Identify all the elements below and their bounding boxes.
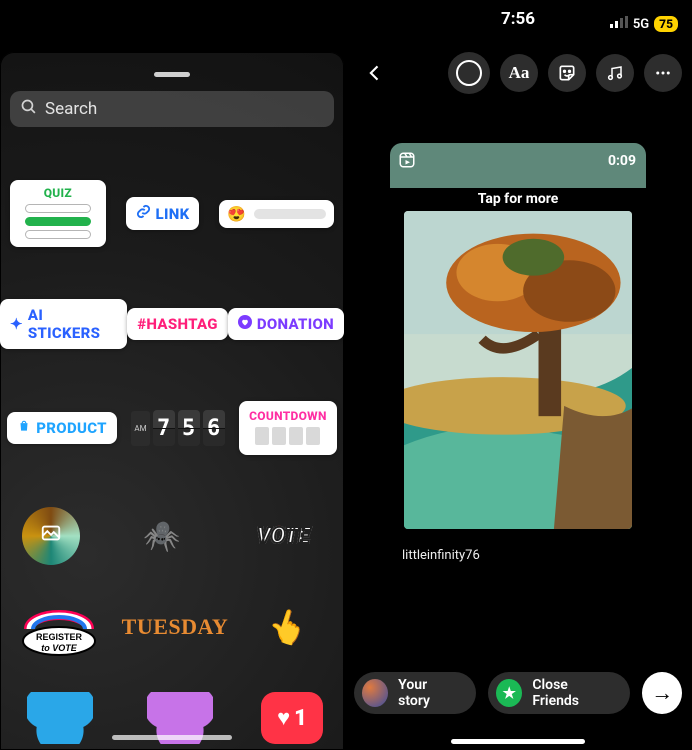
timecode: 0:09 <box>608 153 636 169</box>
story-canvas[interactable]: 0:09 Tap for more litt <box>390 143 646 573</box>
sticker-button[interactable] <box>548 54 586 92</box>
sticker-blob-blue[interactable] <box>21 689 99 747</box>
status-time: 7:56 <box>501 9 535 29</box>
sticker-photo[interactable] <box>22 507 80 565</box>
sticker-time[interactable]: AM 7 5 6 <box>131 410 224 446</box>
sticker-heart-count[interactable]: ♥ 1 <box>261 692 323 744</box>
clock-digit: 6 <box>203 410 225 446</box>
close-friends-label: Close Friends <box>532 677 612 709</box>
battery-level: 75 <box>654 16 678 32</box>
send-button[interactable]: → <box>642 672 682 714</box>
sticker-grid: QUIZ LINK 😍 ✦ <box>0 160 344 750</box>
sticker-quiz[interactable]: QUIZ <box>10 180 106 247</box>
clock-period: AM <box>131 411 149 446</box>
blob-icon <box>27 692 93 744</box>
slider-track <box>254 209 326 219</box>
clock-digit: 5 <box>178 410 200 446</box>
search-input[interactable]: Search <box>10 91 334 127</box>
sticker-product[interactable]: PRODUCT <box>7 412 117 444</box>
sticker-vote-label: VOTE <box>257 524 310 549</box>
sticker-hashtag-label: #HASHTAG <box>137 315 218 333</box>
sticker-hashtag[interactable]: #HASHTAG <box>127 308 228 340</box>
sticker-vote[interactable]: VOTE <box>244 507 322 565</box>
sticker-product-label: PRODUCT <box>36 419 107 437</box>
sticker-day[interactable]: TUESDAY <box>136 598 214 656</box>
quiz-option-bar <box>25 230 91 239</box>
text-icon: Aa <box>509 63 530 83</box>
sticker-register-vote[interactable]: REGISTER to VOTE <box>17 595 101 659</box>
sticker-icon <box>557 63 577 83</box>
sticker-countdown[interactable]: COUNTDOWN <box>239 401 337 455</box>
heart-count: 1 <box>294 706 307 731</box>
network-label: 5G <box>633 17 649 32</box>
editor-toolbar: Aa <box>344 48 692 102</box>
text-button[interactable]: Aa <box>500 54 538 92</box>
sticker-donation[interactable]: DONATION <box>228 308 344 340</box>
quiz-option-bar <box>25 204 91 213</box>
home-indicator[interactable] <box>451 739 585 744</box>
tap-for-more: Tap for more <box>390 191 646 207</box>
attribution-username: littleinfinity76 <box>402 548 480 563</box>
ellipsis-icon <box>654 64 672 82</box>
reel-icon <box>398 151 416 174</box>
bag-icon <box>17 419 31 437</box>
sticker-link[interactable]: LINK <box>126 197 200 230</box>
svg-text:to VOTE: to VOTE <box>42 643 78 653</box>
avatar <box>362 679 388 707</box>
close-friends-button[interactable]: ★ Close Friends <box>488 672 630 714</box>
search-icon <box>20 98 37 120</box>
sticker-ai-label: AI STICKERS <box>28 306 117 342</box>
scribble-button[interactable] <box>448 52 490 94</box>
drag-handle[interactable] <box>154 72 190 77</box>
music-button[interactable] <box>596 54 634 92</box>
sticker-emoji-slider[interactable]: 😍 <box>219 200 334 228</box>
heart-circle-icon <box>238 315 252 333</box>
more-button[interactable] <box>644 54 682 92</box>
circle-icon <box>456 60 482 86</box>
share-row: Your story ★ Close Friends → <box>354 672 682 714</box>
heart-eyes-emoji-icon: 😍 <box>227 205 246 223</box>
sticker-sound-on[interactable]: 👆 <box>242 587 334 666</box>
chevron-left-icon <box>365 63 385 83</box>
story-editor-panel: 7:56 5G 75 Aa <box>344 0 692 750</box>
sparkle-icon: ✦ <box>10 315 23 333</box>
sticker-day-label: TUESDAY <box>122 614 229 640</box>
sticker-countdown-label: COUNTDOWN <box>249 409 327 423</box>
sticker-ai[interactable]: ✦ AI STICKERS <box>0 299 127 349</box>
search-placeholder: Search <box>45 99 97 119</box>
scroll-indicator[interactable] <box>112 735 232 740</box>
quiz-option-bar <box>25 217 91 226</box>
sticker-donation-label: DONATION <box>257 315 334 333</box>
svg-text:REGISTER: REGISTER <box>36 632 83 642</box>
sticker-link-label: LINK <box>156 205 190 223</box>
back-button[interactable] <box>354 52 396 94</box>
status-bar: 7:56 5G 75 <box>344 0 692 48</box>
register-vote-icon: REGISTER to VOTE <box>17 595 101 659</box>
image-icon <box>40 522 62 550</box>
sticker-spider[interactable]: 🕷️ <box>123 507 201 565</box>
link-icon <box>136 204 151 223</box>
your-story-button[interactable]: Your story <box>354 672 476 714</box>
music-icon <box>606 64 624 82</box>
reel-thumbnail <box>404 211 632 529</box>
sticker-quiz-label: QUIZ <box>44 186 72 200</box>
heart-icon: ♥ <box>277 705 290 731</box>
star-icon: ★ <box>496 679 522 707</box>
your-story-label: Your story <box>398 677 458 709</box>
arrow-right-icon: → <box>651 680 673 706</box>
clock-digit: 7 <box>153 410 175 446</box>
spider-icon: 🕷️ <box>143 519 180 554</box>
signal-icon <box>610 16 628 32</box>
countdown-boxes <box>255 427 320 445</box>
sticker-picker-panel: Search QUIZ LINK 😍 <box>0 52 344 750</box>
point-icon: 👆 <box>263 603 313 651</box>
